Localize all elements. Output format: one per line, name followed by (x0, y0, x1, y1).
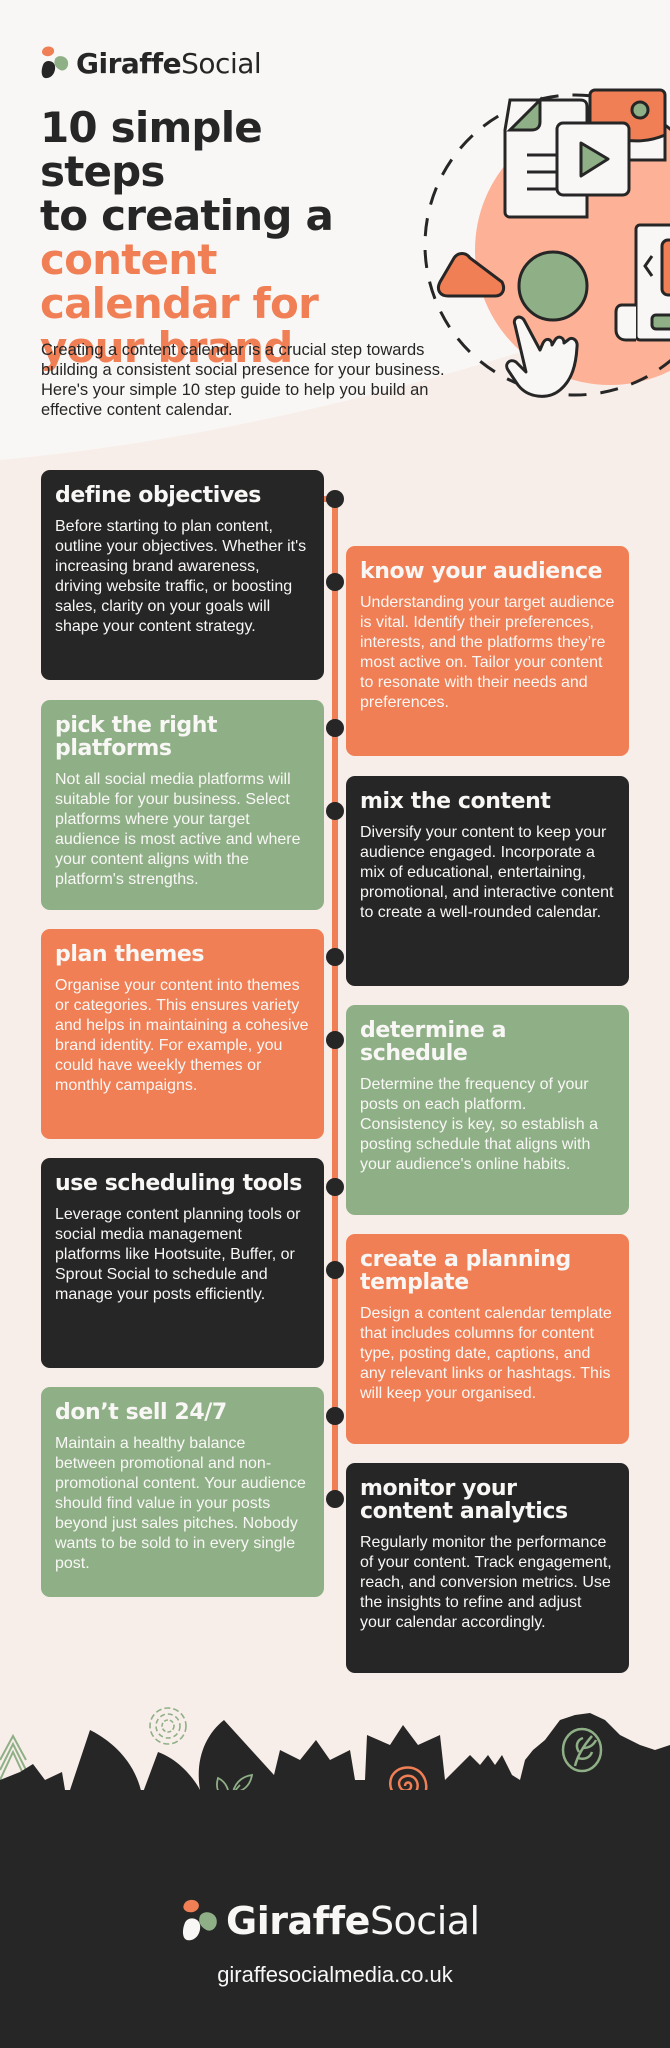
hero-illustration (423, 88, 670, 398)
brand-logo-footer: GiraffeSocial (180, 1898, 480, 1944)
title-line-accent: content (40, 235, 217, 284)
timeline-dot (326, 948, 344, 966)
step-card-pick-the-right-platforms: pick the right platforms Not all social … (41, 700, 324, 910)
timeline-dot (326, 719, 344, 737)
page-title: 10 simple steps to creating a content ca… (40, 106, 400, 370)
timeline-dot (326, 802, 344, 820)
intro-paragraph: Creating a content calendar is a crucial… (41, 341, 445, 419)
step-card-determine-a-schedule: determine a schedule Determine the frequ… (346, 1005, 629, 1215)
website-link[interactable]: giraffesocialmedia.co.uk (0, 1962, 670, 1988)
giraffe-logo-mark-icon (41, 46, 69, 79)
step-title: monitor your content analytics (360, 1476, 568, 1524)
step-body: Design a content calendar template that … (360, 1305, 612, 1402)
step-card-mix-the-content: mix the content Diversify your content t… (346, 776, 629, 986)
step-card-plan-themes: plan themes Organise your content into t… (41, 929, 324, 1139)
circle-shape-icon (517, 250, 589, 322)
step-card-create-a-planning-template: create a planning template Design a cont… (346, 1234, 629, 1444)
step-card-define-objectives: define objectives Before starting to pla… (41, 470, 324, 680)
step-title: create a planning template (360, 1247, 571, 1295)
step-title: determine a schedule (360, 1018, 507, 1066)
timeline-dot (326, 490, 344, 508)
brand-name: GiraffeSocial (76, 46, 262, 80)
timeline-dot (326, 1490, 344, 1508)
timeline-dot (326, 1031, 344, 1049)
step-title: know your audience (360, 559, 603, 584)
title-line: 10 simple steps (40, 103, 263, 196)
step-title: use scheduling tools (55, 1171, 302, 1196)
step-body: Leverage content planning tools or socia… (55, 1206, 301, 1303)
step-body: Understanding your target audience is vi… (360, 594, 615, 711)
step-body: Maintain a healthy balance between promo… (55, 1435, 306, 1572)
timeline-dot (326, 573, 344, 591)
timeline-dot (326, 1261, 344, 1279)
step-title: define objectives (55, 483, 262, 508)
brand-name: GiraffeSocial (226, 1899, 480, 1943)
step-body: Regularly monitor the performance of you… (360, 1534, 612, 1631)
brand-logo-header: GiraffeSocial (40, 45, 262, 81)
timeline-dot (326, 1407, 344, 1425)
step-title: don’t sell 24/7 (55, 1400, 227, 1425)
step-body: Diversify your content to keep your audi… (360, 824, 614, 921)
step-title: pick the right platforms (55, 713, 218, 761)
step-card-monitor-your-content-analytics: monitor your content analytics Regularly… (346, 1463, 629, 1673)
title-line: to creating a (40, 191, 334, 240)
video-play-icon (555, 121, 631, 197)
timeline-dot (326, 1178, 344, 1196)
step-body: Organise your content into themes or cat… (55, 977, 309, 1094)
step-title: plan themes (55, 942, 205, 967)
step-body: Determine the frequency of your posts on… (360, 1076, 599, 1173)
swirl-icon (149, 1707, 187, 1745)
step-card-use-scheduling-tools: use scheduling tools Leverage content pl… (41, 1158, 324, 1368)
step-body: Not all social media platforms will suit… (55, 771, 301, 888)
step-body: Before starting to plan content, outline… (55, 518, 307, 635)
step-card-dont-sell-24-7: don’t sell 24/7 Maintain a healthy balan… (41, 1387, 324, 1597)
title-line-accent: calendar for (40, 279, 319, 328)
step-card-know-your-audience: know your audience Understanding your ta… (346, 546, 629, 756)
giraffe-logo-mark-icon (182, 1899, 217, 1941)
step-title: mix the content (360, 789, 551, 814)
timeline-line (332, 498, 338, 1500)
